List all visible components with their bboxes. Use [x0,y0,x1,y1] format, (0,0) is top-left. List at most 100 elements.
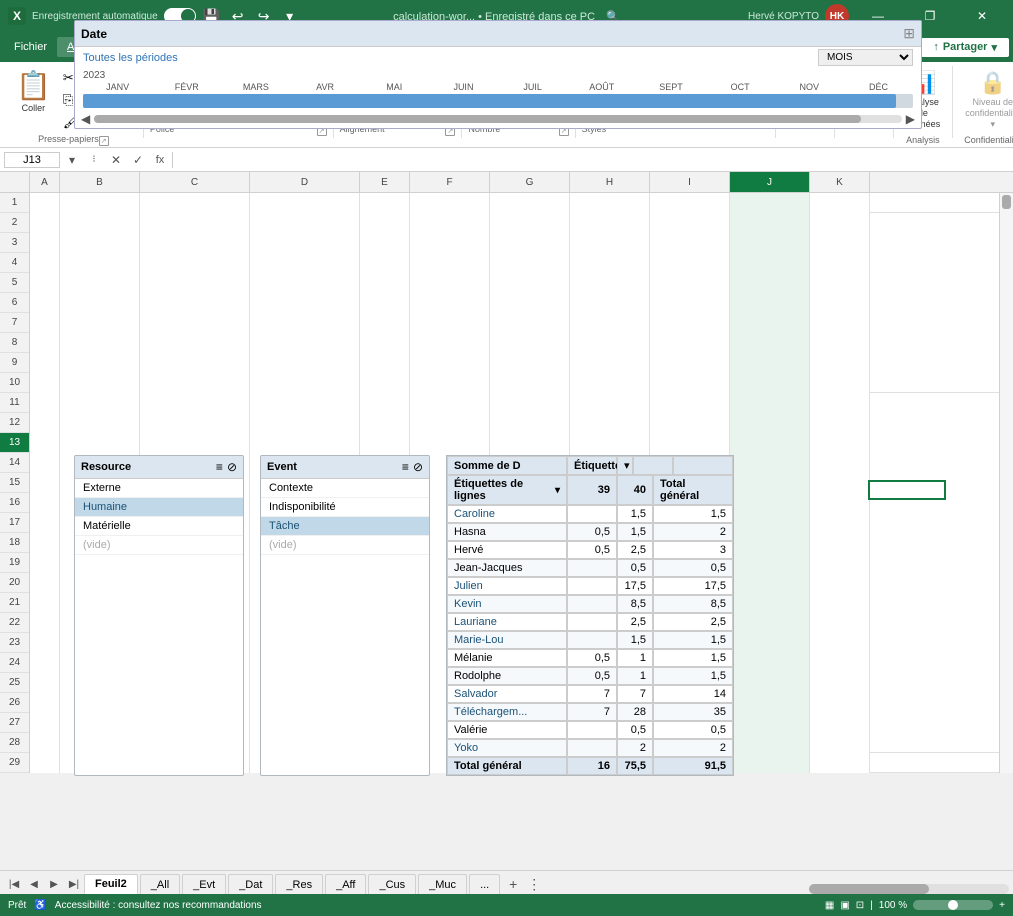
pivot-cell-4-2[interactable]: 17,5 [617,577,653,595]
pivot-cell-10-1[interactable]: 7 [567,685,617,703]
row-num-27[interactable]: 27 [0,713,29,733]
resource-item-humaine[interactable]: Humaine [75,498,243,517]
row-num-22[interactable]: 22 [0,613,29,633]
resource-slicer-multiselect-icon[interactable]: ≡ [216,460,223,474]
pivot-cell-2-2[interactable]: 2,5 [617,541,653,559]
row-num-4[interactable]: 4 [0,253,29,273]
row-num-8[interactable]: 8 [0,333,29,353]
event-item-tache[interactable]: Tâche [261,517,429,536]
row-num-14[interactable]: 14 [0,453,29,473]
row-num-9[interactable]: 9 [0,353,29,373]
pivot-cell-11-3[interactable]: 35 [653,703,733,721]
col-header-d[interactable]: D [250,172,360,192]
pivot-cell-8-2[interactable]: 1 [617,649,653,667]
pivot-cell-7-0[interactable]: Marie-Lou [447,631,567,649]
tab-more[interactable]: ... [469,874,500,894]
row-num-5[interactable]: 5 [0,273,29,293]
tab-aff[interactable]: _Aff [325,874,366,894]
zoom-slider[interactable] [913,900,993,910]
share-button[interactable]: ↑ Partager ▾ [921,38,1009,57]
pivot-cell-1-3[interactable]: 2 [653,523,733,541]
formula-input[interactable] [175,154,1009,166]
col-header-e[interactable]: E [360,172,410,192]
pivot-cell-0-0[interactable]: Caroline [447,505,567,523]
pivot-cell-6-1[interactable] [567,613,617,631]
row-num-15[interactable]: 15 [0,473,29,493]
cell-a29[interactable] [30,753,60,773]
event-slicer-multiselect-icon[interactable]: ≡ [402,460,409,474]
pivot-cell-5-1[interactable] [567,595,617,613]
pivot-cell-14-3[interactable]: 91,5 [653,757,733,775]
tab-nav-prev[interactable]: ◀ [24,874,44,894]
col-header-i[interactable]: I [650,172,730,192]
row-num-10[interactable]: 10 [0,373,29,393]
timeline-bar-fill[interactable] [83,94,896,108]
pivot-cell-5-3[interactable]: 8,5 [653,595,733,613]
page-layout-icon[interactable]: ▣ [840,900,849,911]
tab-nav-next[interactable]: ▶ [44,874,64,894]
row-num-12[interactable]: 12 [0,413,29,433]
cell-a10[interactable] [30,373,60,393]
cell-b10[interactable] [60,373,140,393]
pivot-cell-8-3[interactable]: 1,5 [653,649,733,667]
row-num-6[interactable]: 6 [0,293,29,313]
close-button[interactable]: ✕ [959,0,1005,32]
expand-name-box-button[interactable]: ▾ [62,150,82,170]
row-num-2[interactable]: 2 [0,213,29,233]
col-header-j[interactable]: J [730,172,810,192]
normal-view-icon[interactable]: ▦ [825,900,834,911]
pivot-cell-1-1[interactable]: 0,5 [567,523,617,541]
zoom-in-icon[interactable]: + [999,900,1005,911]
sheet-options-button[interactable]: ⋮ [524,874,544,894]
pivot-cell-14-2[interactable]: 75,5 [617,757,653,775]
cell-k28[interactable] [810,733,870,753]
pivot-cell-4-3[interactable]: 17,5 [653,577,733,595]
pivot-cell-14-1[interactable]: 16 [567,757,617,775]
pivot-cell-12-2[interactable]: 0,5 [617,721,653,739]
cell-j29[interactable] [730,753,810,773]
pivot-cell-2-0[interactable]: Hervé [447,541,567,559]
row-num-3[interactable]: 3 [0,233,29,253]
cell-g1[interactable] [490,193,570,213]
pivot-cell-12-0[interactable]: Valérie [447,721,567,739]
cell-j28[interactable] [730,733,810,753]
pivot-cell-3-1[interactable] [567,559,617,577]
row-num-24[interactable]: 24 [0,653,29,673]
event-item-vide[interactable]: (vide) [261,536,429,555]
pivot-cell-0-1[interactable] [567,505,617,523]
row-num-28[interactable]: 28 [0,733,29,753]
pivot-cell-8-1[interactable]: 0,5 [567,649,617,667]
pivot-filter-btn[interactable]: ▾ [617,456,633,475]
event-item-indisponibilite[interactable]: Indisponibilité [261,498,429,517]
pivot-cell-11-2[interactable]: 28 [617,703,653,721]
pivot-cell-12-1[interactable] [567,721,617,739]
pivot-cell-9-0[interactable]: Rodolphe [447,667,567,685]
pivot-cell-5-2[interactable]: 8,5 [617,595,653,613]
pivot-cell-13-0[interactable]: Yoko [447,739,567,757]
timeline-scroll-right-btn[interactable]: ▶ [906,112,915,126]
cancel-formula-button[interactable]: ✕ [106,150,126,170]
cell-k1[interactable] [810,193,870,213]
name-box[interactable]: J13 [4,152,60,168]
row-num-19[interactable]: 19 [0,553,29,573]
resource-slicer-clear-icon[interactable]: ⊘ [227,460,237,474]
timeline-filter-icon[interactable]: ⊞ [903,25,915,42]
timeline-period-select[interactable]: MOIS JOURS TRIMESTRES ANNÉES [818,49,913,66]
add-sheet-button[interactable]: + [502,874,524,894]
pivot-cell-0-2[interactable]: 1,5 [617,505,653,523]
v-scroll-thumb[interactable] [1002,195,1011,209]
pivot-cell-0-3[interactable]: 1,5 [653,505,733,523]
row-num-7[interactable]: 7 [0,313,29,333]
row-num-17[interactable]: 17 [0,513,29,533]
pivot-cell-9-2[interactable]: 1 [617,667,653,685]
cell-i1[interactable] [650,193,730,213]
pivot-cell-8-0[interactable]: Mélanie [447,649,567,667]
cell-e10[interactable] [360,373,410,393]
pivot-cell-7-3[interactable]: 1,5 [653,631,733,649]
pivot-cell-9-3[interactable]: 1,5 [653,667,733,685]
pivot-cell-2-1[interactable]: 0,5 [567,541,617,559]
event-item-contexte[interactable]: Contexte [261,479,429,498]
cell-d10[interactable] [250,373,360,393]
menu-fichier[interactable]: Fichier [4,37,57,57]
pivot-cell-11-0[interactable]: Téléchargem... [447,703,567,721]
